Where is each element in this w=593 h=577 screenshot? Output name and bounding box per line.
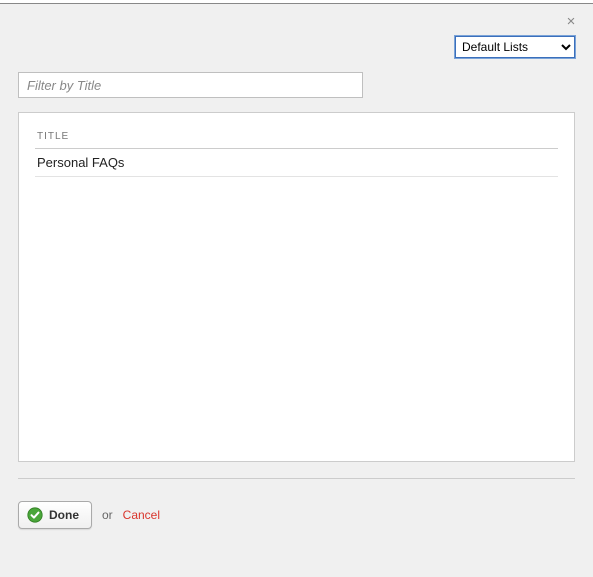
done-button-label: Done — [49, 508, 79, 522]
list-type-select[interactable]: Default Lists — [455, 36, 575, 58]
table-row[interactable]: Personal FAQs — [35, 149, 558, 177]
or-text: or — [102, 508, 113, 522]
footer-divider — [18, 478, 575, 479]
table-header-title: TITLE — [35, 127, 558, 149]
dropdown-row: Default Lists — [18, 36, 575, 58]
footer: Done or Cancel — [18, 501, 575, 529]
filter-input[interactable] — [18, 72, 363, 98]
done-button[interactable]: Done — [18, 501, 92, 529]
dialog: × Default Lists TITLE Personal FAQs Done… — [0, 4, 593, 577]
close-icon[interactable]: × — [563, 14, 579, 30]
results-panel: TITLE Personal FAQs — [18, 112, 575, 462]
check-icon — [27, 507, 43, 523]
cancel-link[interactable]: Cancel — [123, 508, 160, 522]
